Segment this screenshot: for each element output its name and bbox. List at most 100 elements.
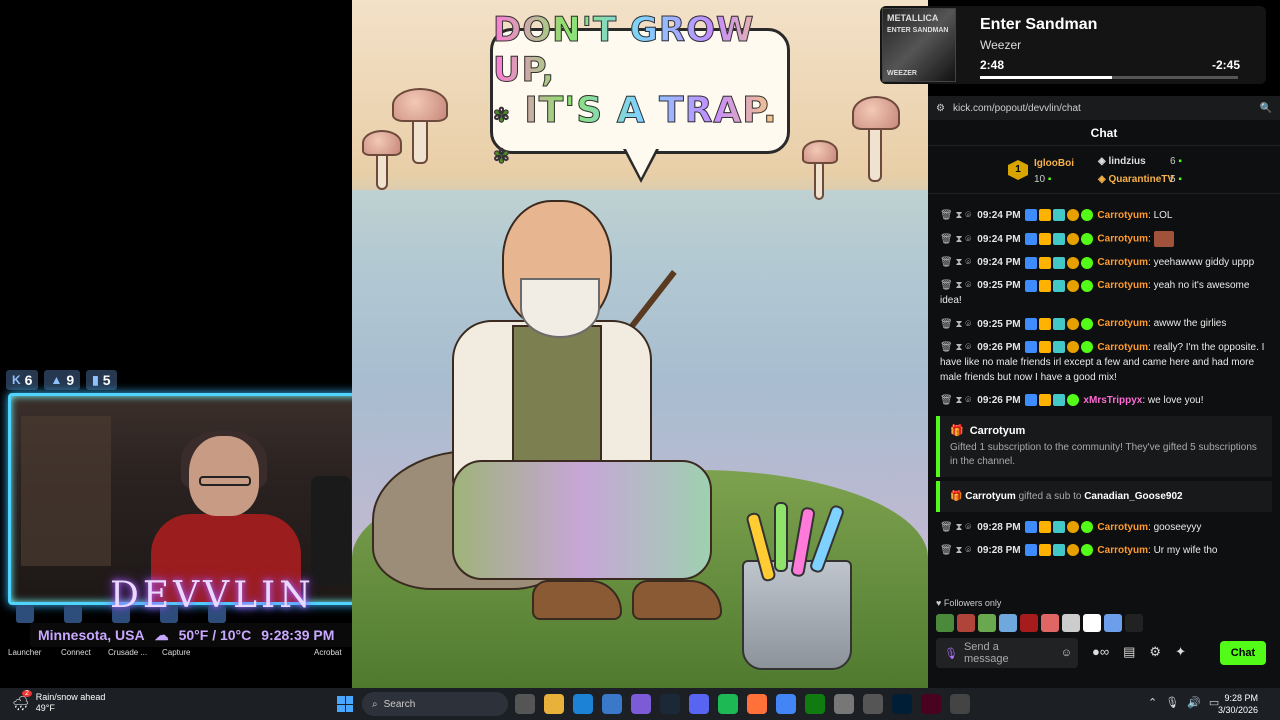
verified-icon [1066,394,1079,407]
emoji-icon[interactable]: ☺ [1061,647,1072,659]
emote[interactable] [1020,614,1038,632]
message-username[interactable]: Carrotyum [1097,522,1148,533]
emote[interactable] [1104,614,1122,632]
badge-icon [1038,340,1051,353]
emote[interactable] [1083,614,1101,632]
user-badges [1024,340,1095,355]
badge-icon [1052,279,1065,292]
xbox-icon[interactable] [805,694,825,714]
message-username[interactable]: Carrotyum [1097,210,1148,221]
emote[interactable] [936,614,954,632]
app-icon[interactable] [863,694,883,714]
message-username[interactable]: Carrotyum [1097,545,1148,556]
emote[interactable] [1062,614,1080,632]
start-button[interactable] [337,696,353,712]
gift-text: Gifted 1 subscription to the community! … [950,441,1257,467]
file-explorer-icon[interactable] [544,694,564,714]
emote[interactable] [957,614,975,632]
badge-icon [1024,279,1037,292]
verified-icon [1080,279,1093,292]
spotify-icon[interactable] [718,694,738,714]
moderation-tools[interactable]: 🗑 ⧗ ⌾ [940,545,971,556]
verified-icon [1080,521,1093,534]
chrome-icon[interactable] [776,694,796,714]
edge-icon[interactable] [573,694,593,714]
message-text: yeehawww giddy uppp [1153,257,1255,269]
moderation-tools[interactable]: 🗑 ⧗ ⌾ [940,210,971,221]
zoom-icon[interactable]: 🔍 [1260,103,1272,114]
leader-name[interactable]: ◈ QuarantineTV [1098,174,1174,185]
copilot-icon[interactable] [631,694,651,714]
firefox-icon[interactable] [747,694,767,714]
store-icon[interactable]: ▤ [1123,644,1135,660]
user-badges [1024,316,1095,331]
url-bar[interactable]: ⚙ kick.com/popout/devvlin/chat 🔍 [928,96,1280,120]
badge-icon [1052,209,1065,222]
url-text[interactable]: kick.com/popout/devvlin/chat [953,103,1252,114]
leader-name[interactable]: ◈ lindzius [1098,156,1146,167]
message-text: gooseeyyy [1153,521,1202,533]
task-view-icon[interactable] [515,694,535,714]
badge-icon [1024,544,1037,557]
volume-icon[interactable]: 🔊 [1187,696,1201,709]
launcher-icon[interactable] [16,605,34,623]
app-icon[interactable] [834,694,854,714]
send-chat-button[interactable]: Chat [1220,641,1266,665]
sub-icon: ▪ [1047,174,1052,185]
taskbar-clock[interactable]: 9:28 PM 3/30/2026 [1218,692,1258,716]
microphone [311,476,351,586]
moderation-tools[interactable]: 🗑 ⧗ ⌾ [940,395,971,406]
site-settings-icon[interactable]: ⚙ [936,103,945,114]
discord-icon[interactable] [689,694,709,714]
steam-icon[interactable] [660,694,680,714]
moderation-tools[interactable]: 🗑 ⧗ ⌾ [940,234,971,245]
badge-icon [1066,340,1079,353]
badge-icon [1038,279,1051,292]
weather-widget[interactable]: 🌧 2 Rain/snow ahead 49°F [12,690,105,714]
gift-sub-icon[interactable]: ✦ [1175,644,1186,660]
badge-icon [1052,544,1065,557]
message-input[interactable]: 🎙 Send a message ☺ [936,638,1078,668]
message-username[interactable]: Carrotyum [1097,280,1148,291]
obs-icon[interactable] [950,694,970,714]
mic-tray-icon[interactable]: 🎙 [1165,696,1179,709]
message-username[interactable]: xMrsTrippyx [1083,395,1142,406]
artwork-image: DON'T GROW UP, ✾ IT'S A TRAP. ✾ [352,0,928,688]
rain-icon: 🌧 [12,694,30,711]
message-time: 09:26 PM [977,394,1021,406]
taskbar-search[interactable]: ⌕ Search [362,692,508,716]
message-username[interactable]: Carrotyum [1097,257,1148,268]
message-username[interactable]: Carrotyum [1097,319,1148,330]
settings-icon[interactable]: ⚙ [1149,644,1161,660]
microphone-icon[interactable]: 🎙 [944,647,958,660]
store-app-icon[interactable] [602,694,622,714]
emote[interactable] [1125,614,1143,632]
moderation-tools[interactable]: 🗑 ⧗ ⌾ [940,280,971,291]
badge-icon [1038,209,1051,222]
connect-icon[interactable] [64,605,82,623]
moderation-tools[interactable]: 🗑 ⧗ ⌾ [940,319,971,330]
stream-stats: K6 ▲ 9 ▮ 5 [6,370,117,390]
moderation-tools[interactable]: 🗑 ⧗ ⌾ [940,342,971,353]
kicks-icon[interactable]: ●∞ [1092,644,1109,660]
message-text: awww the girlies [1153,318,1227,330]
emote[interactable] [1041,614,1059,632]
message-username[interactable]: Carrotyum [1097,234,1148,245]
emote[interactable] [978,614,996,632]
photoshop-icon[interactable] [892,694,912,714]
gift-icon: 🎁 [950,424,964,437]
user-badges [1024,255,1095,270]
moderation-tools[interactable]: 🗑 ⧗ ⌾ [940,257,971,268]
message-username[interactable]: Carrotyum [1097,342,1148,353]
indesign-icon[interactable] [921,694,941,714]
viewers-icon: ▮ [92,373,99,387]
desktop-labels: Launcher Connect Crusade ... Capture Acr… [0,648,352,662]
badge-icon [1024,233,1037,245]
badge-icon [1052,233,1065,245]
leader-name[interactable]: IglooBoi [1034,158,1074,169]
badge-icon [1024,256,1037,269]
progress-fill [980,76,1112,79]
chevron-up-icon[interactable]: ⌃ [1148,696,1157,709]
emote[interactable] [999,614,1017,632]
moderation-tools[interactable]: 🗑 ⧗ ⌾ [940,522,971,533]
